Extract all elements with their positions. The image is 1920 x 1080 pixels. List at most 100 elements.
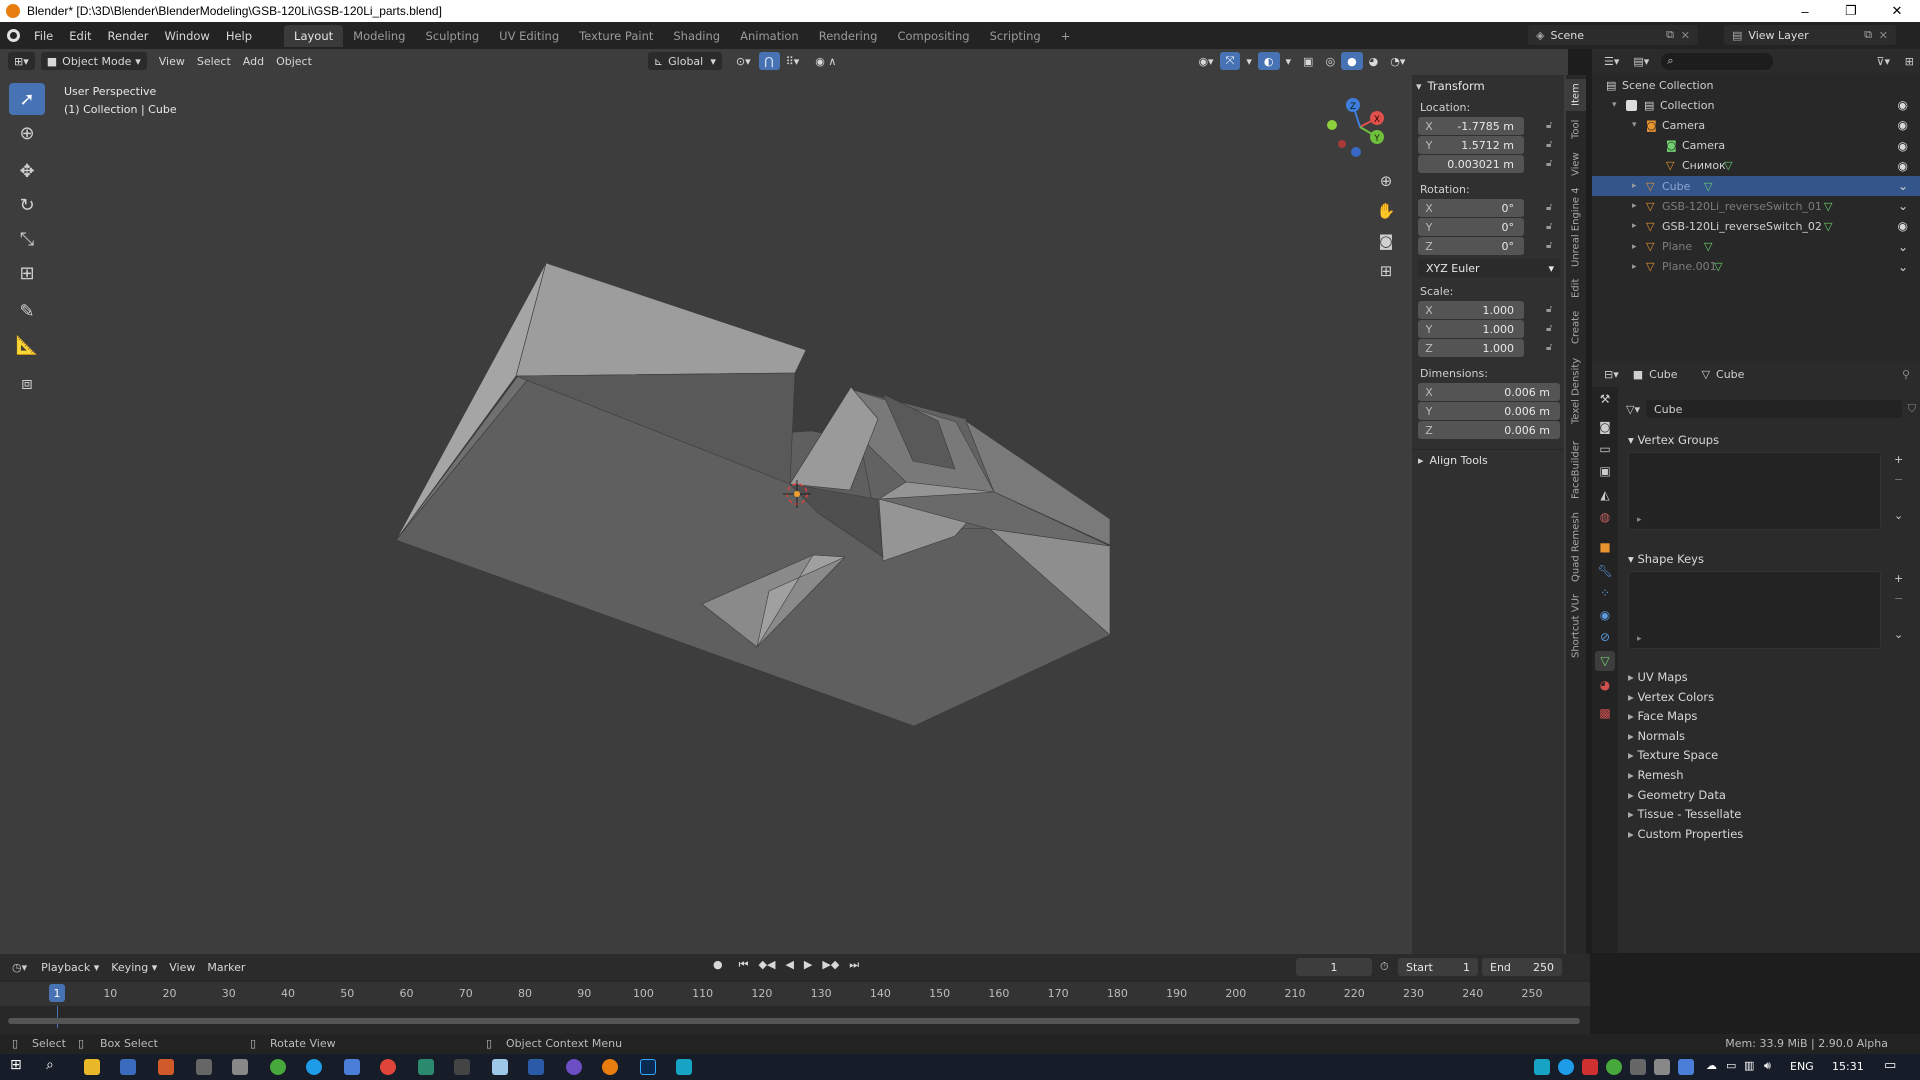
scale-x-field[interactable]: X 1.000 bbox=[1418, 301, 1524, 319]
menu-window[interactable]: Window bbox=[156, 29, 217, 43]
camera-app-icon[interactable] bbox=[232, 1059, 248, 1075]
eye-closed-icon[interactable]: ⌄ bbox=[1898, 179, 1908, 193]
eye-icon[interactable]: ◉ bbox=[1898, 219, 1908, 233]
eye-icon[interactable]: ◉ bbox=[1898, 118, 1908, 132]
battery-icon[interactable]: ▭ bbox=[1726, 1059, 1736, 1072]
shape-keys-header[interactable]: ▾ Shape Keys bbox=[1628, 552, 1704, 566]
file-explorer-icon[interactable] bbox=[84, 1059, 100, 1075]
notification-icon[interactable]: ▭ bbox=[1884, 1058, 1896, 1073]
record-button[interactable]: ● bbox=[713, 958, 723, 972]
eye-closed-icon[interactable]: ⌄ bbox=[1898, 260, 1908, 274]
add-vertex-group-button[interactable]: + bbox=[1894, 453, 1903, 466]
clapper-icon[interactable] bbox=[196, 1059, 212, 1075]
tab-compositing[interactable]: Compositing bbox=[887, 25, 979, 47]
mesh-data-icon[interactable]: ▽ bbox=[1824, 220, 1832, 233]
lock-icon[interactable]: 🔓︎ bbox=[1546, 202, 1552, 213]
sidebar-tab-item[interactable]: Item bbox=[1566, 79, 1586, 111]
sidebar-tab-unreal-engine[interactable]: Unreal Engine 4 bbox=[1566, 183, 1586, 271]
properties-section-header[interactable]: ▸ Texture Space bbox=[1628, 748, 1718, 762]
dimension-z-field[interactable]: Z 0.006 m bbox=[1418, 421, 1560, 439]
properties-section-header[interactable]: ▸ Face Maps bbox=[1628, 709, 1697, 723]
properties-section-header[interactable]: ▸ Vertex Colors bbox=[1628, 690, 1714, 704]
transform-panel-header[interactable]: ▾ Transform bbox=[1416, 77, 1560, 95]
eye-icon[interactable]: ◉ bbox=[1898, 139, 1908, 153]
minimize-button[interactable]: – bbox=[1782, 0, 1828, 22]
tab-scripting[interactable]: Scripting bbox=[980, 25, 1051, 47]
expand-arrow-icon[interactable]: ▸ bbox=[1637, 515, 1642, 525]
properties-section-header[interactable]: ▸ UV Maps bbox=[1628, 670, 1688, 684]
lock-icon[interactable]: 🔓︎ bbox=[1546, 240, 1552, 251]
jump-keyframe-forward-button[interactable]: ▶◆ bbox=[822, 958, 839, 972]
dimension-y-field[interactable]: Y 0.006 m bbox=[1418, 402, 1560, 420]
particles-properties-tab[interactable]: ⁘ bbox=[1595, 583, 1615, 603]
vertex-groups-list[interactable]: ▸ bbox=[1628, 452, 1881, 530]
properties-section-header[interactable]: ▸ Geometry Data bbox=[1628, 788, 1726, 802]
search-icon[interactable]: ⌕ bbox=[46, 1057, 54, 1073]
location-y-field[interactable]: Y 1.5712 m bbox=[1418, 136, 1524, 154]
eye-icon[interactable]: ◉ bbox=[1898, 98, 1908, 112]
pan-button[interactable]: ✋ bbox=[1372, 197, 1400, 225]
world-properties-tab[interactable]: ◍ bbox=[1595, 507, 1615, 527]
scene-properties-tab[interactable]: ◭ bbox=[1595, 485, 1615, 505]
menu-file[interactable]: File bbox=[26, 29, 61, 43]
constraints-properties-tab[interactable]: ⊘ bbox=[1595, 627, 1615, 647]
sidebar-tab-quad-remesh[interactable]: Quad Remesh bbox=[1566, 509, 1586, 585]
word-icon[interactable] bbox=[528, 1059, 544, 1075]
notepad-icon[interactable] bbox=[492, 1059, 508, 1075]
language-indicator[interactable]: ENG bbox=[1790, 1060, 1814, 1073]
render-properties-tab[interactable]: ◙ bbox=[1595, 417, 1615, 437]
photoshop-icon[interactable] bbox=[640, 1059, 656, 1075]
outliner-row[interactable]: ▾ ▤ Collection ◉ bbox=[1592, 95, 1920, 115]
timeline-scrollbar[interactable] bbox=[8, 1018, 1580, 1024]
frame-ruler[interactable]: 1 10 20 30 40 50 60 70 80 90 100 110 120 130 140 150 160… bbox=[0, 982, 1590, 1006]
expand-toggle-icon[interactable]: ▾ bbox=[1632, 120, 1637, 130]
lock-icon[interactable]: 🔓︎ bbox=[1546, 221, 1552, 232]
outliner-row[interactable]: ▸ ▽ Plane ▽ ⌄ bbox=[1592, 237, 1920, 257]
new-view-layer-icon[interactable]: ⧉ bbox=[1864, 28, 1872, 42]
tab-layout[interactable]: Layout bbox=[284, 24, 344, 47]
tray-app-icon[interactable] bbox=[1582, 1059, 1598, 1075]
current-frame-field[interactable]: 1 bbox=[1296, 958, 1372, 976]
material-properties-tab[interactable]: ◕ bbox=[1595, 675, 1615, 695]
timeline-menu-marker[interactable]: Marker bbox=[201, 958, 251, 976]
tab-rendering[interactable]: Rendering bbox=[809, 25, 888, 47]
editor-type-icon[interactable]: ◷▾ bbox=[12, 961, 27, 974]
timeline-menu-playback[interactable]: Playback ▾ bbox=[35, 958, 105, 976]
play-reverse-button[interactable]: ◀ bbox=[785, 958, 793, 972]
cloud-icon[interactable]: ☁ bbox=[1706, 1059, 1717, 1072]
jump-start-button[interactable]: ⏮ bbox=[739, 958, 749, 972]
texture-properties-tab[interactable]: ▩ bbox=[1595, 703, 1615, 723]
editor-type-icon[interactable]: ☰▾ bbox=[1604, 55, 1619, 68]
align-tools-panel-header[interactable]: ▸ Align Tools bbox=[1412, 449, 1564, 471]
rotation-mode-dropdown[interactable]: XYZ Euler ▾ bbox=[1418, 259, 1560, 277]
modifier-properties-tab[interactable]: 🔧︎ bbox=[1595, 561, 1615, 581]
tray-utorrent-icon[interactable] bbox=[1606, 1059, 1622, 1075]
start-frame-field[interactable]: Start 1 bbox=[1398, 958, 1478, 976]
windows-start-icon[interactable]: ⊞ bbox=[10, 1057, 22, 1073]
outlook-icon[interactable] bbox=[344, 1059, 360, 1075]
rotation-y-field[interactable]: Y 0° bbox=[1418, 218, 1524, 236]
end-frame-field[interactable]: End 250 bbox=[1482, 958, 1562, 976]
lock-icon[interactable]: 🔓︎ bbox=[1546, 139, 1552, 150]
tab-texture-paint[interactable]: Texture Paint bbox=[569, 25, 663, 47]
clock[interactable]: 15:31 bbox=[1832, 1060, 1864, 1073]
tray-app-icon[interactable] bbox=[1534, 1059, 1550, 1075]
jump-keyframe-back-button[interactable]: ◆◀ bbox=[759, 958, 776, 972]
vertex-group-specials-button[interactable]: ⌄ bbox=[1894, 509, 1903, 522]
mesh-data-icon[interactable]: ▽ bbox=[1704, 180, 1712, 193]
tray-app-icon[interactable] bbox=[1678, 1059, 1694, 1075]
volume-icon[interactable]: 🔊︎ bbox=[1764, 1059, 1771, 1073]
sidebar-tab-facebuilder[interactable]: FaceBuilder bbox=[1566, 433, 1586, 507]
scene-selector[interactable]: ◈ Scene ⧉ ✕ bbox=[1528, 25, 1698, 45]
tab-modeling[interactable]: Modeling bbox=[343, 25, 415, 47]
outliner-row[interactable]: ▸ ▽ Cube ▽ ⌄ bbox=[1592, 176, 1920, 196]
checkbox-icon[interactable] bbox=[1626, 99, 1637, 111]
scale-z-field[interactable]: Z 1.000 bbox=[1418, 339, 1524, 357]
expand-toggle-icon[interactable]: ▸ bbox=[1632, 262, 1637, 272]
mesh-data-icon[interactable]: ▽ bbox=[1824, 200, 1832, 213]
utorrent-icon[interactable] bbox=[270, 1059, 286, 1075]
app-icon[interactable] bbox=[676, 1059, 692, 1075]
chrome-icon[interactable] bbox=[380, 1059, 396, 1075]
3d-viewport[interactable]: ⊞▾ ■ Object Mode ▾ View Select Add Objec… bbox=[0, 49, 1586, 954]
lock-icon[interactable]: 🔓︎ bbox=[1546, 323, 1552, 334]
